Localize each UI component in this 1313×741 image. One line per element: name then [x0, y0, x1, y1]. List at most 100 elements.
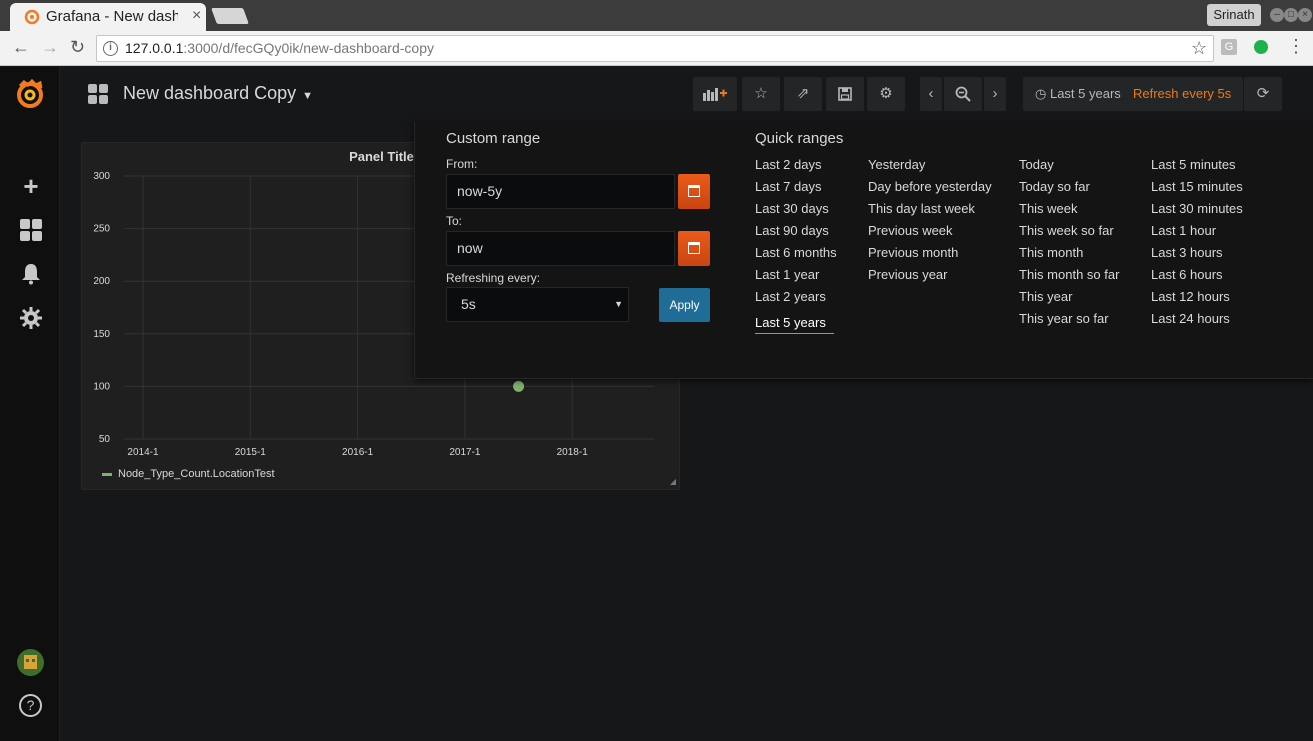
browser-menu-icon[interactable]: ⋮	[1287, 36, 1305, 57]
quick-range-item[interactable]: This year	[1019, 288, 1119, 310]
grafana-logo-icon[interactable]	[14, 78, 46, 110]
legend-swatch	[102, 472, 112, 476]
quick-ranges-column-1: Last 2 days Last 7 days Last 30 days Last 9…	[755, 156, 837, 334]
quick-range-item[interactable]: Last 24 hours	[1151, 310, 1243, 332]
quick-range-item[interactable]: This month	[1019, 244, 1119, 266]
quick-range-item[interactable]: Today so far	[1019, 178, 1119, 200]
create-plus-icon[interactable]: +	[18, 171, 44, 202]
quick-range-item[interactable]: Day before yesterday	[868, 178, 992, 200]
clock-icon: ◷	[1035, 86, 1047, 101]
share-icon: ⇗	[796, 85, 810, 102]
tab-title: Grafana - New dash	[46, 8, 178, 25]
refresh-button[interactable]: ⟳	[1244, 77, 1282, 111]
calendar-icon	[688, 242, 700, 254]
quick-range-item[interactable]: Last 7 days	[755, 178, 837, 200]
time-shift-back-button[interactable]: ‹	[920, 77, 942, 111]
legend-label: Node_Type_Count.LocationTest	[118, 468, 275, 480]
custom-range-title: Custom range	[446, 130, 541, 147]
quick-range-item[interactable]: Last 30 minutes	[1151, 200, 1243, 222]
caret-down-icon: ▼	[302, 89, 313, 102]
quick-ranges-column-2: Yesterday Day before yesterday This day la…	[868, 156, 992, 288]
settings-icon: ⚙	[879, 85, 893, 102]
chevron-right-icon: ›	[992, 85, 998, 102]
tab-close-icon[interactable]: ×	[192, 7, 201, 25]
forward-icon[interactable]: →	[41, 37, 59, 58]
x-tick-label: 2016-1	[342, 447, 374, 458]
extension-icon[interactable]: G	[1221, 39, 1237, 55]
browser-tab[interactable]: Grafana - New dash ×	[10, 3, 206, 31]
reload-icon[interactable]: ↻	[70, 37, 85, 58]
alerting-bell-icon[interactable]	[18, 263, 44, 291]
resize-handle-icon[interactable]: ◢	[670, 477, 676, 486]
dashboard-title-picker[interactable]: New dashboard Copy ▼	[88, 83, 313, 104]
quick-range-item[interactable]: Last 15 minutes	[1151, 178, 1243, 200]
apply-button[interactable]: Apply	[659, 288, 710, 322]
to-input[interactable]: now	[446, 231, 675, 266]
from-input[interactable]: now-5y	[446, 174, 675, 209]
zoom-out-button[interactable]	[944, 77, 982, 111]
quick-range-item[interactable]: This month so far	[1019, 266, 1119, 288]
dashboards-icon[interactable]	[18, 219, 44, 247]
user-avatar[interactable]	[17, 649, 44, 676]
quick-range-item[interactable]: This week so far	[1019, 222, 1119, 244]
add-panel-button[interactable]	[693, 77, 737, 111]
quick-range-item[interactable]: Last 90 days	[755, 222, 837, 244]
quick-range-item[interactable]: Last 30 days	[755, 200, 837, 222]
back-icon[interactable]: ←	[12, 37, 30, 58]
quick-range-item[interactable]: This year so far	[1019, 310, 1119, 332]
quick-range-item[interactable]: Previous year	[868, 266, 992, 288]
new-tab-button[interactable]	[211, 8, 249, 24]
bookmark-star-icon[interactable]: ☆	[1191, 38, 1207, 59]
quick-range-item[interactable]: This week	[1019, 200, 1119, 222]
maximize-icon[interactable]: □	[1284, 8, 1298, 22]
from-calendar-button[interactable]	[678, 174, 710, 209]
to-calendar-button[interactable]	[678, 231, 710, 266]
quick-range-item[interactable]: Last 1 hour	[1151, 222, 1243, 244]
quick-range-item[interactable]: Last 2 years	[755, 288, 837, 310]
site-info-icon[interactable]: i	[103, 41, 118, 56]
dashboard-settings-button[interactable]: ⚙	[867, 77, 905, 111]
quick-range-item[interactable]: Yesterday	[868, 156, 992, 178]
y-tick-label: 100	[93, 381, 110, 392]
legend-item[interactable]: Node_Type_Count.LocationTest	[102, 468, 275, 480]
refresh-interval-select[interactable]: 5s ▼	[446, 287, 629, 322]
profile-button[interactable]: Srinath	[1207, 4, 1261, 26]
close-window-icon[interactable]: ×	[1298, 8, 1312, 22]
y-tick-label: 250	[93, 224, 110, 235]
configuration-gear-icon[interactable]	[18, 307, 44, 335]
quick-range-item[interactable]: Previous week	[868, 222, 992, 244]
x-tick-label: 2015-1	[235, 447, 267, 458]
quick-range-item[interactable]: Last 1 year	[755, 266, 837, 288]
quick-range-item[interactable]: Last 2 days	[755, 156, 837, 178]
minimize-icon[interactable]: –	[1270, 8, 1284, 22]
time-range-label: ◷ Last 5 years	[1035, 86, 1121, 101]
extension-green-icon[interactable]	[1254, 40, 1268, 54]
address-bar[interactable]: i 127.0.0.1:3000/d/fecGQy0ik/new-dashboa…	[96, 35, 1214, 62]
help-icon[interactable]: ?	[19, 694, 42, 717]
y-tick-label: 150	[93, 329, 110, 340]
zoom-out-icon	[955, 86, 971, 102]
star-dashboard-button[interactable]: ☆	[742, 77, 780, 111]
quick-range-item[interactable]: Last 6 months	[755, 244, 837, 266]
select-caret-icon: ▼	[614, 299, 623, 309]
data-point	[513, 380, 525, 392]
browser-toolbar: ← → ↻ i 127.0.0.1:3000/d/fecGQy0ik/new-d…	[0, 31, 1313, 66]
dashboard-title: New dashboard Copy	[123, 83, 297, 103]
quick-range-item[interactable]: Last 3 hours	[1151, 244, 1243, 266]
quick-range-item[interactable]: Last 12 hours	[1151, 288, 1243, 310]
quick-range-item[interactable]: Today	[1019, 156, 1119, 178]
share-button[interactable]: ⇗	[784, 77, 822, 111]
save-button[interactable]	[826, 77, 864, 111]
save-icon	[838, 87, 852, 101]
x-tick-label: 2018-1	[557, 447, 589, 458]
quick-range-item[interactable]: Last 5 years	[755, 313, 834, 334]
quick-range-item[interactable]: Last 5 minutes	[1151, 156, 1243, 178]
time-picker-button[interactable]: ◷ Last 5 years Refresh every 5s	[1023, 77, 1243, 111]
time-range-picker: Custom range From: now-5y To: now Refres…	[414, 122, 1313, 379]
time-shift-forward-button[interactable]: ›	[984, 77, 1006, 111]
quick-range-item[interactable]: This day last week	[868, 200, 992, 222]
grafana-favicon-icon	[24, 9, 40, 25]
quick-range-item[interactable]: Last 6 hours	[1151, 266, 1243, 288]
quick-range-item[interactable]: Previous month	[868, 244, 992, 266]
refresh-icon: ⟳	[1256, 85, 1270, 102]
